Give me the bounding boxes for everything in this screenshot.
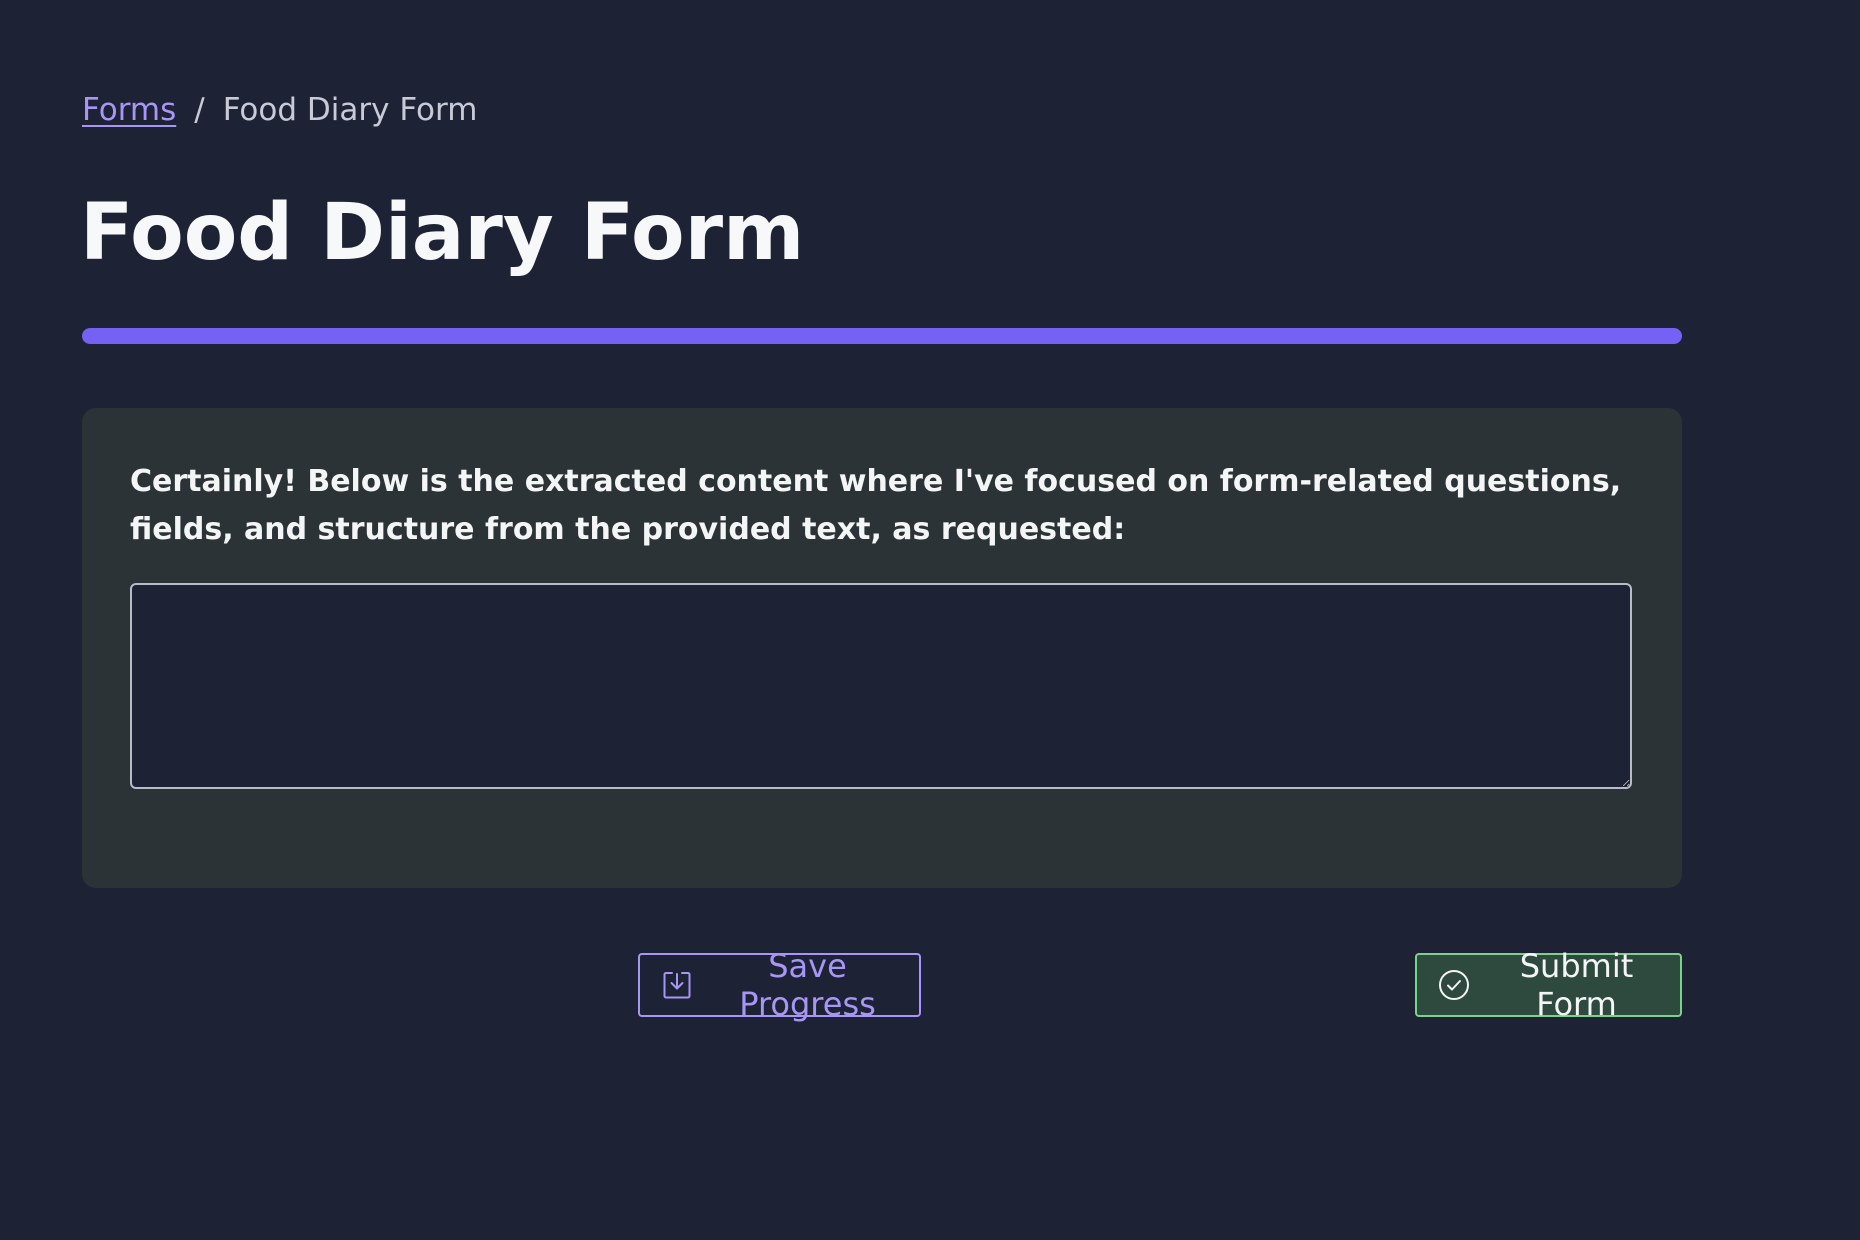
question-card: Certainly! Below is the extracted conten…: [82, 408, 1682, 888]
submit-form-button[interactable]: Submit Form: [1415, 947, 1682, 1023]
breadcrumb-current: Food Diary Form: [222, 92, 478, 128]
save-progress-button[interactable]: Save Progress: [638, 947, 921, 1023]
check-circle-icon: [1437, 968, 1471, 1002]
page-title: Food Diary Form: [80, 188, 805, 278]
submit-form-label: Submit Form: [1519, 947, 1634, 1023]
question-label: Certainly! Below is the extracted conten…: [130, 464, 1622, 547]
page: Forms / Food Diary Form Food Diary Form …: [0, 0, 1860, 1240]
save-progress-label: Save Progress: [739, 947, 876, 1023]
breadcrumb-separator: /: [194, 92, 205, 128]
answer-textarea[interactable]: [130, 583, 1632, 789]
breadcrumb-link-forms[interactable]: Forms: [82, 92, 176, 128]
breadcrumb: Forms / Food Diary Form: [82, 92, 477, 128]
save-download-icon: [660, 968, 694, 1002]
title-accent-bar: [82, 328, 1682, 344]
